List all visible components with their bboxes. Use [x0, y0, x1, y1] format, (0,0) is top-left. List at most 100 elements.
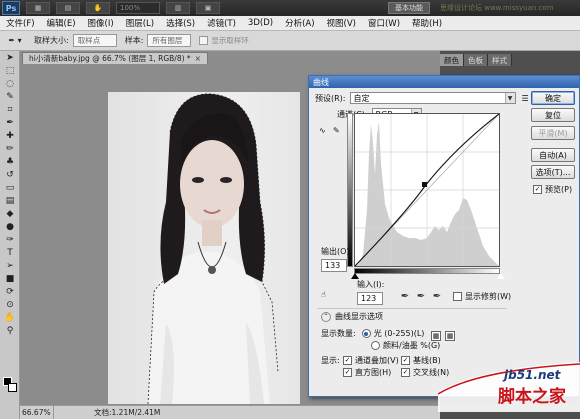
document-photo[interactable]: [108, 92, 300, 404]
menu-analysis[interactable]: 分析(A): [279, 17, 320, 29]
mini-bridge-icon[interactable]: ▤: [56, 2, 80, 14]
white-eyedropper-icon[interactable]: ✒: [431, 290, 443, 302]
quick-select-tool-icon[interactable]: ✎: [0, 90, 20, 103]
hand-icon[interactable]: ✋: [0, 311, 20, 324]
curve-point[interactable]: [422, 182, 427, 187]
tab-color[interactable]: 颜色: [440, 54, 464, 66]
type-tool-icon[interactable]: T: [0, 246, 20, 259]
status-zoom[interactable]: 66.67%: [20, 405, 54, 419]
show-clipping-box[interactable]: [453, 292, 462, 301]
display-options-toggle[interactable]: ⌃ 曲线显示选项: [321, 311, 383, 322]
baseline-box[interactable]: ✓: [401, 356, 410, 365]
output-field[interactable]: 133: [321, 259, 347, 272]
gray-eyedropper-icon[interactable]: ✒: [415, 290, 427, 302]
pencil-tool-icon[interactable]: ✎: [333, 126, 345, 135]
brush-tool-icon[interactable]: ✏: [0, 142, 20, 155]
menu-help[interactable]: 帮助(H): [406, 17, 448, 29]
shape-tool-icon[interactable]: ■: [0, 272, 20, 285]
show-ring-label: 显示取样环: [211, 36, 249, 45]
input-field[interactable]: 123: [357, 292, 383, 305]
zoom-icon[interactable]: ⚲: [0, 324, 20, 337]
preset-label: 预设(R):: [315, 93, 346, 103]
eyedropper-icon[interactable]: ✒: [0, 116, 20, 129]
preview-checkbox[interactable]: ✓ 预览(P): [533, 184, 572, 195]
menu-file[interactable]: 文件(F): [0, 17, 41, 29]
options-bar: ✒ ▾ 取样大小: 取样点 样本: 所有图层 显示取样环: [0, 31, 580, 51]
auto-button[interactable]: 自动(A): [531, 148, 575, 162]
show-label-row: 显示:: [321, 355, 340, 366]
simple-grid-icon[interactable]: ▦: [431, 331, 441, 341]
sample-select[interactable]: 所有图层: [147, 34, 192, 47]
channel-overlay-checkbox[interactable]: ✓ 通道叠加(V): [343, 355, 399, 366]
baseline-checkbox[interactable]: ✓ 基线(B): [401, 355, 441, 366]
reset-button[interactable]: 复位: [531, 108, 575, 122]
document-tab[interactable]: hi小清新baby.jpg @ 66.7% (图层 1, RGB/8) * ×: [22, 52, 208, 64]
eyedropper-tool-icon[interactable]: ✒ ▾: [4, 33, 26, 49]
healing-brush-icon[interactable]: ✚: [0, 129, 20, 142]
gradient-tool-icon[interactable]: ▤: [0, 194, 20, 207]
menu-filter[interactable]: 滤镜(T): [201, 17, 242, 29]
preset-select[interactable]: 自定 ▼: [349, 92, 516, 104]
show-clipping-checkbox[interactable]: 显示修剪(W): [453, 291, 511, 302]
preset-menu-icon[interactable]: ☰: [522, 94, 529, 103]
menu-layer[interactable]: 图层(L): [120, 17, 160, 29]
status-doc-info: 文档:1.21M/2.41M: [94, 408, 161, 417]
dodge-tool-icon[interactable]: ●: [0, 220, 20, 233]
clone-stamp-icon[interactable]: ♣: [0, 155, 20, 168]
hand-tool-icon[interactable]: ✋: [86, 2, 110, 14]
menu-image[interactable]: 图像(I): [82, 17, 120, 29]
chevron-down-icon: ▼: [504, 93, 515, 103]
close-tab-icon[interactable]: ×: [195, 54, 201, 63]
photoshop-window: Ps ▦ ▤ ✋ 100% ▥ ▣ 基本功能 思缘设计论坛 www.missyu…: [0, 0, 580, 419]
curve-point-tool-icon[interactable]: ∿: [319, 126, 331, 135]
intersection-box[interactable]: ✓: [401, 368, 410, 377]
white-point-slider[interactable]: [497, 273, 505, 279]
sample-size-select[interactable]: 取样点: [72, 34, 117, 47]
menu-window[interactable]: 窗口(W): [362, 17, 406, 29]
crop-tool-icon[interactable]: ⌗: [0, 103, 20, 116]
menu-3d[interactable]: 3D(D): [242, 18, 279, 28]
tab-styles[interactable]: 样式: [488, 54, 512, 66]
pigment-row: 颜料/油墨 %(G): [371, 340, 440, 351]
arrange-documents-icon[interactable]: ▥: [166, 2, 190, 14]
curve-graph[interactable]: [354, 113, 500, 267]
smooth-button[interactable]: 平滑(M): [531, 126, 575, 140]
3d-orbit-icon[interactable]: ⊙: [0, 298, 20, 311]
3d-rotate-icon[interactable]: ⟳: [0, 285, 20, 298]
blur-tool-icon[interactable]: ◆: [0, 207, 20, 220]
background-color[interactable]: [8, 383, 17, 392]
menu-view[interactable]: 视图(V): [321, 17, 362, 29]
menu-select[interactable]: 选择(S): [160, 17, 201, 29]
pen-tool-icon[interactable]: ✑: [0, 233, 20, 246]
light-radio[interactable]: [361, 329, 371, 338]
zoom-level-select[interactable]: 100%: [116, 2, 160, 14]
histogram-checkbox[interactable]: ✓ 直方图(H): [343, 367, 391, 378]
show-ring-checkbox[interactable]: 显示取样环: [199, 35, 249, 46]
detailed-grid-icon[interactable]: ▦: [445, 331, 455, 341]
lasso-tool-icon[interactable]: ◌: [0, 77, 20, 90]
site-watermark: jb51.net 脚本之家: [438, 362, 580, 412]
workspace-button[interactable]: 基本功能: [388, 2, 430, 14]
sample-label: 样本:: [124, 36, 144, 45]
document-tab-bar: hi小清新baby.jpg @ 66.7% (图层 1, RGB/8) * ×: [20, 51, 440, 64]
bridge-icon[interactable]: ▦: [26, 2, 50, 14]
ok-button[interactable]: 确定: [531, 91, 575, 105]
screen-mode-icon[interactable]: ▣: [196, 2, 220, 14]
marquee-tool-icon[interactable]: ⬚: [0, 64, 20, 77]
eraser-tool-icon[interactable]: ▭: [0, 181, 20, 194]
options-button[interactable]: 选项(T)...: [531, 165, 575, 179]
collapse-icon[interactable]: ⌃: [321, 311, 331, 322]
menu-edit[interactable]: 编辑(E): [41, 17, 82, 29]
path-select-icon[interactable]: ➢: [0, 259, 20, 272]
channel-overlay-box[interactable]: ✓: [343, 356, 352, 365]
black-eyedropper-icon[interactable]: ✒: [399, 290, 411, 302]
pigment-radio[interactable]: [371, 341, 380, 350]
targeted-adjust-tool-icon[interactable]: ☝: [321, 290, 326, 299]
history-brush-icon[interactable]: ↺: [0, 168, 20, 181]
preview-box[interactable]: ✓: [533, 185, 542, 194]
histogram-box[interactable]: ✓: [343, 368, 352, 377]
show-ring-box[interactable]: [199, 36, 209, 45]
move-tool-icon[interactable]: ➤: [0, 51, 20, 64]
tab-swatches[interactable]: 色板: [464, 54, 488, 66]
color-swatches[interactable]: [3, 377, 17, 393]
